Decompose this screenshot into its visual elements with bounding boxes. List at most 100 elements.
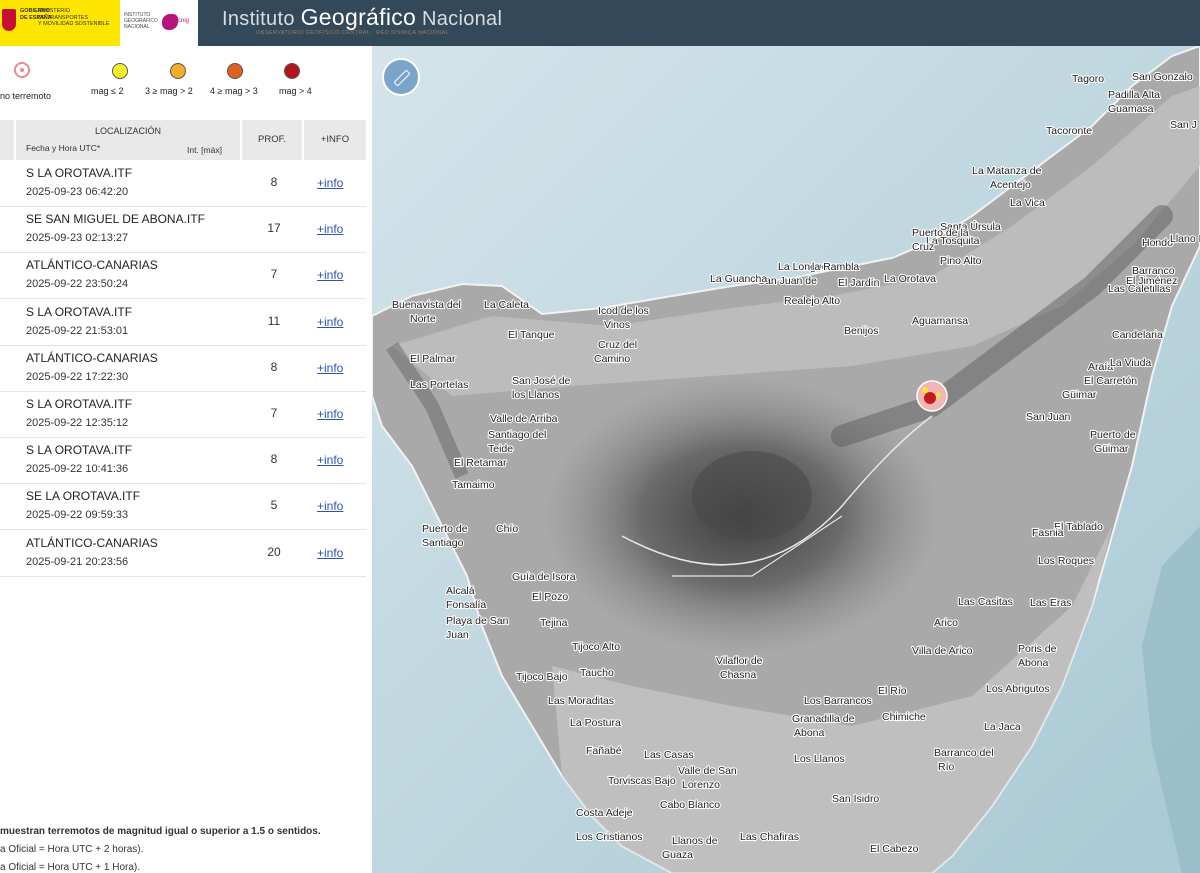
map-view[interactable]: Tagoro San Gonzalo Padilla Alta Guamasa Taco… — [372, 46, 1200, 873]
place-label: Icod de los — [598, 305, 649, 317]
map-canvas[interactable]: Tagoro San Gonzalo Padilla Alta Guamasa Taco… — [372, 46, 1200, 873]
place-label: los Llanos — [512, 389, 559, 401]
place-label: El Cabezo — [870, 843, 919, 855]
place-label: Cruz — [912, 241, 934, 253]
table-header: LOCALIZACIÓN Fecha y Hora UTC* Int. [máx… — [0, 120, 366, 160]
place-label: Alcalá — [446, 585, 475, 597]
table-row[interactable]: S LA OROTAVA.ITF 2025-09-22 21:53:01 11 +in… — [0, 299, 366, 346]
row-datetime: 2025-09-22 12:35:12 — [26, 417, 129, 429]
header-cell-depth[interactable]: PROF. — [242, 120, 302, 160]
place-label: Las Casitas — [958, 596, 1013, 608]
place-label: La Orotava — [884, 273, 936, 285]
place-label: Puerto de la — [912, 227, 969, 239]
place-label: Benijos — [844, 325, 878, 337]
row-info-link[interactable]: +info — [317, 176, 343, 190]
place-label: Chasna — [720, 669, 756, 681]
row-info-link[interactable]: +info — [317, 453, 343, 467]
place-label: Tamaimo — [452, 479, 495, 491]
place-label: El Carretón — [1084, 375, 1137, 387]
place-label: Las Eras — [1030, 597, 1071, 609]
felt-legend-label: no terremoto — [0, 91, 52, 101]
place-label: La Postura — [570, 717, 621, 729]
earthquake-list-panel: no terremoto mag ≤ 2 3 ≥ mag > 2 4 ≥ mag… — [0, 46, 372, 873]
row-info-link[interactable]: +info — [317, 407, 343, 421]
row-info-link[interactable]: +info — [317, 222, 343, 236]
place-label: Llano Bl — [1170, 233, 1200, 245]
place-label: Pino Alto — [940, 255, 982, 267]
agency-mark-text: cnig — [178, 18, 190, 24]
row-info-link[interactable]: +info — [317, 268, 343, 282]
page-subtitle: OBSERVATORIO GEOFÍSICO CENTRAL · RED SÍS… — [256, 30, 450, 36]
row-info-link[interactable]: +info — [317, 546, 343, 560]
earthquake-marker-small[interactable] — [922, 387, 928, 393]
row-location: S LA OROTAVA.ITF — [26, 304, 133, 319]
earthquake-marker-small[interactable] — [935, 392, 941, 398]
table-row[interactable]: ATLÁNTICO-CANARIAS 2025-09-22 23:50:24 7 +i… — [0, 252, 366, 300]
place-label: Güimar — [1062, 389, 1097, 401]
place-label: Las Casas — [644, 749, 694, 761]
magnitude-legend: no terremoto mag ≤ 2 3 ≥ mag > 2 4 ≥ mag… — [0, 46, 372, 110]
place-label: Hondo — [1142, 237, 1173, 249]
row-info-link[interactable]: +info — [317, 315, 343, 329]
mag2-legend-label: 3 ≥ mag > 2 — [145, 86, 193, 96]
place-label: Guaza — [662, 849, 693, 861]
agency-logo[interactable]: INSTITUTO GEOGRÁFICO NACIONAL cnig — [120, 0, 198, 46]
row-depth: 11 — [267, 313, 281, 328]
place-label: Santiago del — [488, 429, 546, 441]
table-row[interactable]: SE LA OROTAVA.ITF 2025-09-22 09:59:33 5 +in… — [0, 483, 366, 531]
table-row[interactable]: S LA OROTAVA.ITF 2025-09-22 10:41:36 8 +inf… — [0, 437, 366, 485]
measure-tool-button[interactable] — [382, 58, 420, 96]
row-info-link[interactable]: +info — [317, 499, 343, 513]
place-label: El Pozo — [532, 591, 568, 603]
header-cell-location[interactable]: LOCALIZACIÓN Fecha y Hora UTC* Int. [máx… — [16, 120, 240, 160]
place-label: Realejo Alto — [784, 295, 840, 307]
place-label: San José de — [512, 375, 571, 387]
place-label: La Jaca — [984, 721, 1021, 733]
place-label: Padilla Alta — [1108, 89, 1160, 101]
footnote-3: a Oficial = Hora UTC + 1 Hora). — [0, 862, 141, 873]
row-datetime: 2025-09-21 20:23:56 — [26, 555, 129, 568]
row-location: S LA OROTAVA.ITF — [26, 443, 133, 458]
place-label: Llanos de — [672, 835, 718, 847]
place-label: Guía de Isora — [512, 571, 576, 583]
place-label: Las Chafiras — [740, 831, 799, 843]
agency-text: INSTITUTO GEOGRÁFICO NACIONAL — [124, 12, 158, 30]
title-part3: Nacional — [416, 8, 503, 30]
place-label: Barranco — [1132, 265, 1175, 277]
col-date-label: Fecha y Hora UTC* — [26, 143, 101, 153]
table-row[interactable]: S LA OROTAVA.ITF 2025-09-22 12:35:12 7 +inf… — [0, 391, 366, 438]
place-label: Villa de Arico — [912, 645, 973, 657]
row-location: S LA OROTAVA.ITF — [26, 397, 133, 411]
col-depth-label: PROF. — [258, 134, 286, 145]
table-row[interactable]: SE SAN MIGUEL DE ABONA.ITF 2025-09-23 02:… — [0, 206, 366, 254]
col-info-label: +INFO — [320, 134, 350, 145]
place-label: Norte — [410, 313, 436, 325]
place-label: Acentejo — [990, 179, 1031, 191]
row-depth: 8 — [270, 175, 278, 189]
place-label: San Isidro — [832, 793, 879, 805]
place-label: San Juan — [1026, 411, 1071, 423]
earthquake-marker-core[interactable] — [924, 392, 936, 404]
place-label: La Caleta — [484, 299, 529, 311]
place-label: Abona — [1018, 657, 1049, 669]
col-intensity-label: Int. [máx] — [187, 145, 222, 155]
mag1-legend-label: mag ≤ 2 — [91, 86, 124, 96]
place-label: San J — [1170, 119, 1197, 131]
place-label: Fasnia — [1032, 527, 1064, 539]
place-label: Fonsalía — [446, 599, 486, 611]
title-part2: Geográfico — [300, 4, 417, 30]
place-label: Güimar — [1094, 443, 1129, 455]
table-row[interactable]: ATLÁNTICO-CANARIAS 2025-09-22 17:22:30 8 +i… — [0, 345, 366, 392]
government-logo[interactable]: GOBIERNO DE ESPAÑA MINISTERIO DE TRANSPO… — [0, 0, 120, 46]
place-label: La Viuda — [1110, 357, 1151, 369]
row-depth: 7 — [270, 267, 278, 282]
table-row[interactable]: S LA OROTAVA.ITF 2025-09-23 06:42:20 8 +inf… — [0, 160, 366, 207]
place-label: Candelaria — [1112, 329, 1163, 341]
table-row[interactable]: ATLÁNTICO-CANARIAS 2025-09-21 20:23:56 20 +… — [0, 530, 366, 577]
header-cell-left — [0, 120, 14, 160]
place-label: Valle de San — [678, 765, 737, 777]
header-cell-info[interactable]: +INFO — [304, 120, 366, 160]
place-label: Buenavista del — [392, 299, 461, 311]
place-label: Los Cristianos — [576, 831, 643, 843]
row-info-link[interactable]: +info — [317, 361, 343, 375]
